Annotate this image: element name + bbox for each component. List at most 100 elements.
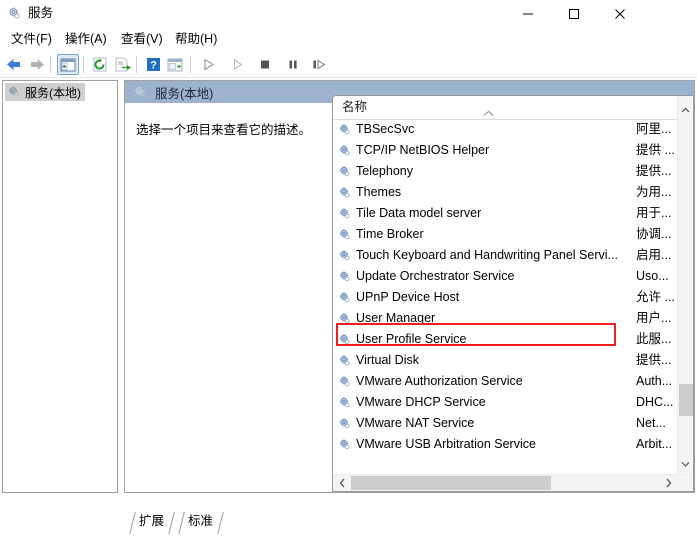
help-button[interactable]: ? (142, 54, 164, 75)
service-gear-icon (338, 333, 352, 347)
service-gear-icon (338, 249, 352, 263)
services-row-container: TBSecSvc 阿里... TCP/IP NetBIOS Helper 提供 ...… (333, 119, 677, 469)
service-name-cell: Time Broker (338, 224, 424, 245)
table-row[interactable]: UPnP Device Host 允许 ... (333, 287, 677, 308)
maximize-button[interactable] (551, 0, 597, 28)
table-row[interactable]: VMware NAT Service Net... (333, 413, 677, 434)
scroll-up-button[interactable] (678, 101, 693, 118)
stop-service-button[interactable] (254, 54, 276, 75)
close-button[interactable] (597, 0, 643, 28)
horizontal-scroll-thumb[interactable] (351, 476, 551, 490)
export-list-icon (115, 57, 131, 72)
services-list-view[interactable]: 名称 描述 TBSecSvc 阿里... TCP/IP NetBIOS Helper… (332, 95, 694, 492)
tree-node-services-local[interactable]: 服务(本地) (5, 83, 85, 101)
back-button[interactable] (3, 54, 25, 75)
list-horizontal-scrollbar[interactable] (333, 474, 693, 491)
minimize-button[interactable] (505, 0, 551, 28)
tab-standard[interactable]: 标准 (177, 512, 223, 532)
table-row[interactable]: Time Broker 协调... (333, 224, 677, 245)
column-header-name[interactable]: 名称 (333, 96, 693, 118)
service-description-cell: 协调... (636, 227, 672, 241)
service-name-cell: Tile Data model server (338, 203, 481, 224)
list-column-headers: 名称 描述 (333, 96, 693, 120)
service-name-label: TCP/IP NetBIOS Helper (356, 143, 490, 157)
start-service-icon (204, 58, 215, 71)
table-row[interactable]: TBSecSvc 阿里... (333, 119, 677, 140)
console-tree-pane: 服务(本地) (2, 80, 118, 493)
service-description-cell: Arbit... (636, 437, 673, 451)
scroll-right-button[interactable] (660, 475, 677, 491)
vertical-scroll-thumb[interactable] (679, 384, 693, 416)
service-gear-icon (338, 312, 352, 326)
service-name-label: Themes (356, 185, 402, 199)
scroll-left-button[interactable] (334, 475, 351, 491)
table-row[interactable]: Tile Data model server 用于... (333, 203, 677, 224)
start-service-button[interactable] (198, 54, 220, 75)
service-name-label: Virtual Disk (356, 353, 419, 367)
service-gear-icon (338, 417, 352, 431)
restart-service-button[interactable] (308, 54, 330, 75)
svg-text:?: ? (150, 60, 157, 72)
table-row[interactable]: User Manager 用户... (333, 308, 677, 329)
service-gear-icon (338, 207, 352, 221)
service-description-cell: Auth... (636, 374, 673, 388)
properties-icon (167, 58, 183, 71)
table-row[interactable]: Update Orchestrator Service Uso... (333, 266, 677, 287)
chevron-right-icon (666, 478, 672, 488)
chevron-up-icon (681, 107, 690, 112)
service-name-cell: TBSecSvc (338, 119, 414, 140)
service-gear-icon (338, 291, 352, 305)
service-description-cell: 提供... (636, 353, 672, 367)
table-row[interactable]: Telephony 提供... (333, 161, 677, 182)
service-description-cell: Net... (636, 416, 666, 430)
service-description-cell: 提供 ... (636, 143, 675, 157)
tab-extended[interactable]: 扩展 (128, 512, 174, 532)
service-name-cell: Virtual Disk (338, 350, 419, 371)
service-description-cell: 允许 ... (636, 290, 675, 304)
menu-item-view[interactable]: 查看(V) (115, 30, 169, 49)
menu-item-help[interactable]: 帮助(H) (169, 30, 223, 49)
show-hide-tree-icon (60, 58, 76, 71)
service-gear-icon (338, 375, 352, 389)
properties-button[interactable] (164, 54, 186, 75)
service-name-label: UPnP Device Host (356, 290, 460, 304)
help-icon: ? (146, 58, 160, 72)
title-bar: 服务 (0, 0, 697, 28)
service-gear-icon (338, 228, 352, 242)
service-name-cell: VMware Authorization Service (338, 371, 523, 392)
pause-service-button[interactable] (282, 54, 304, 75)
service-name-cell: VMware USB Arbitration Service (338, 434, 536, 455)
menu-item-action[interactable]: 操作(A) (59, 30, 113, 49)
service-name-label: Telephony (356, 164, 413, 178)
table-row[interactable]: VMware USB Arbitration Service Arbit... (333, 434, 677, 455)
table-row[interactable]: VMware Authorization Service Auth... (333, 371, 677, 392)
refresh-button[interactable] (89, 54, 111, 75)
service-name-label: User Profile Service (356, 332, 467, 346)
menu-bar: 文件(F) 操作(A) 查看(V) 帮助(H) (0, 28, 697, 51)
list-vertical-scrollbar[interactable] (677, 96, 693, 474)
forward-icon (31, 59, 44, 70)
table-row[interactable]: Virtual Disk 提供... (333, 350, 677, 371)
service-gear-icon (338, 186, 352, 200)
details-banner-label: 服务(本地) (155, 86, 214, 101)
resume-service-button[interactable] (227, 54, 249, 75)
forward-button[interactable] (26, 54, 48, 75)
column-header-name-label: 名称 (342, 100, 368, 114)
services-gear-icon (7, 85, 21, 99)
table-row[interactable]: TCP/IP NetBIOS Helper 提供 ... (333, 140, 677, 161)
show-hide-console-tree-button[interactable] (57, 54, 79, 75)
table-row[interactable]: User Profile Service 此服... (333, 329, 677, 350)
table-row[interactable]: Themes 为用... (333, 182, 677, 203)
service-name-cell: Telephony (338, 161, 413, 182)
export-list-button[interactable] (112, 54, 134, 75)
service-description-panel: 选择一个项目来查看它的描述。 (125, 103, 332, 492)
service-name-label: VMware USB Arbitration Service (356, 437, 536, 451)
service-gear-icon (338, 144, 352, 158)
scroll-down-button[interactable] (678, 455, 693, 472)
service-name-label: Time Broker (356, 227, 424, 241)
menu-item-file[interactable]: 文件(F) (5, 30, 58, 49)
service-gear-icon (338, 123, 352, 137)
table-row[interactable]: Touch Keyboard and Handwriting Panel Ser… (333, 245, 677, 266)
table-row[interactable]: VMware DHCP Service DHC... (333, 392, 677, 413)
service-gear-icon (338, 270, 352, 284)
